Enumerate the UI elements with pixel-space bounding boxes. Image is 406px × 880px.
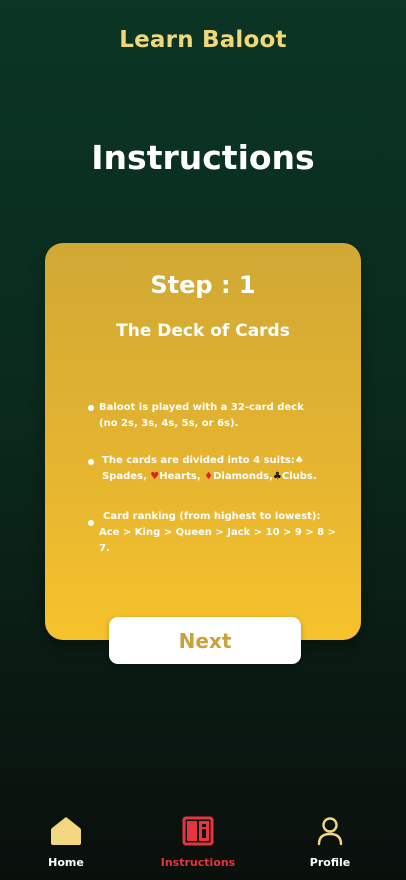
diamond-icon: ♦ bbox=[204, 471, 214, 482]
bullet-text: Spades, bbox=[102, 471, 147, 482]
tab-profile-label: Profile bbox=[309, 856, 351, 869]
list-item: Card ranking (from highest to lowest): A… bbox=[88, 509, 339, 557]
heart-icon: ♥ bbox=[150, 471, 160, 482]
home-icon bbox=[50, 814, 82, 848]
bullet-dot bbox=[88, 520, 94, 526]
bullet-text: (no 2s, 3s, 4s, 5s, or 6s). bbox=[99, 418, 239, 429]
step-subtitle: The Deck of Cards bbox=[116, 321, 290, 341]
bullet-text: Baloot is played with a 32-card deck bbox=[99, 402, 304, 413]
bullet-dot bbox=[88, 405, 94, 411]
bullet-text: The cards are divided into 4 suits: bbox=[102, 455, 295, 466]
bullet-text: Clubs. bbox=[281, 471, 317, 482]
list-item: Baloot is played with a 32-card deck (no… bbox=[88, 400, 324, 432]
tab-home-label: Home bbox=[48, 856, 84, 869]
user-icon bbox=[316, 814, 344, 848]
next-button[interactable]: Next bbox=[109, 617, 301, 664]
app-title: Learn Baloot bbox=[119, 27, 287, 53]
tab-profile[interactable]: Profile bbox=[280, 800, 380, 880]
bullet-text: Card ranking (from highest to lowest): bbox=[103, 511, 321, 522]
club-icon: ♣ bbox=[272, 471, 282, 482]
tab-instructions-label: Instructions bbox=[160, 856, 236, 869]
page-title: Instructions bbox=[91, 138, 315, 177]
instruction-card: Step : 1 The Deck of Cards Baloot is pla… bbox=[45, 243, 361, 640]
list-item: The cards are divided into 4 suits:♠ Spa… bbox=[88, 453, 339, 485]
book-icon bbox=[182, 814, 214, 848]
bullet-text: Diamonds, bbox=[213, 471, 273, 482]
bottom-tab-bar: Home Instructions Profile bbox=[0, 800, 406, 880]
bullet-text: Hearts, bbox=[159, 471, 201, 482]
step-title: Step : 1 bbox=[150, 271, 256, 299]
bullet-text: Ace > King > Queen > Jack > 10 > 9 > 8 >… bbox=[99, 527, 336, 554]
tab-home[interactable]: Home bbox=[16, 800, 116, 880]
spade-icon: ♠ bbox=[294, 455, 304, 466]
tab-instructions[interactable]: Instructions bbox=[148, 800, 248, 880]
bullet-dot bbox=[88, 459, 94, 465]
